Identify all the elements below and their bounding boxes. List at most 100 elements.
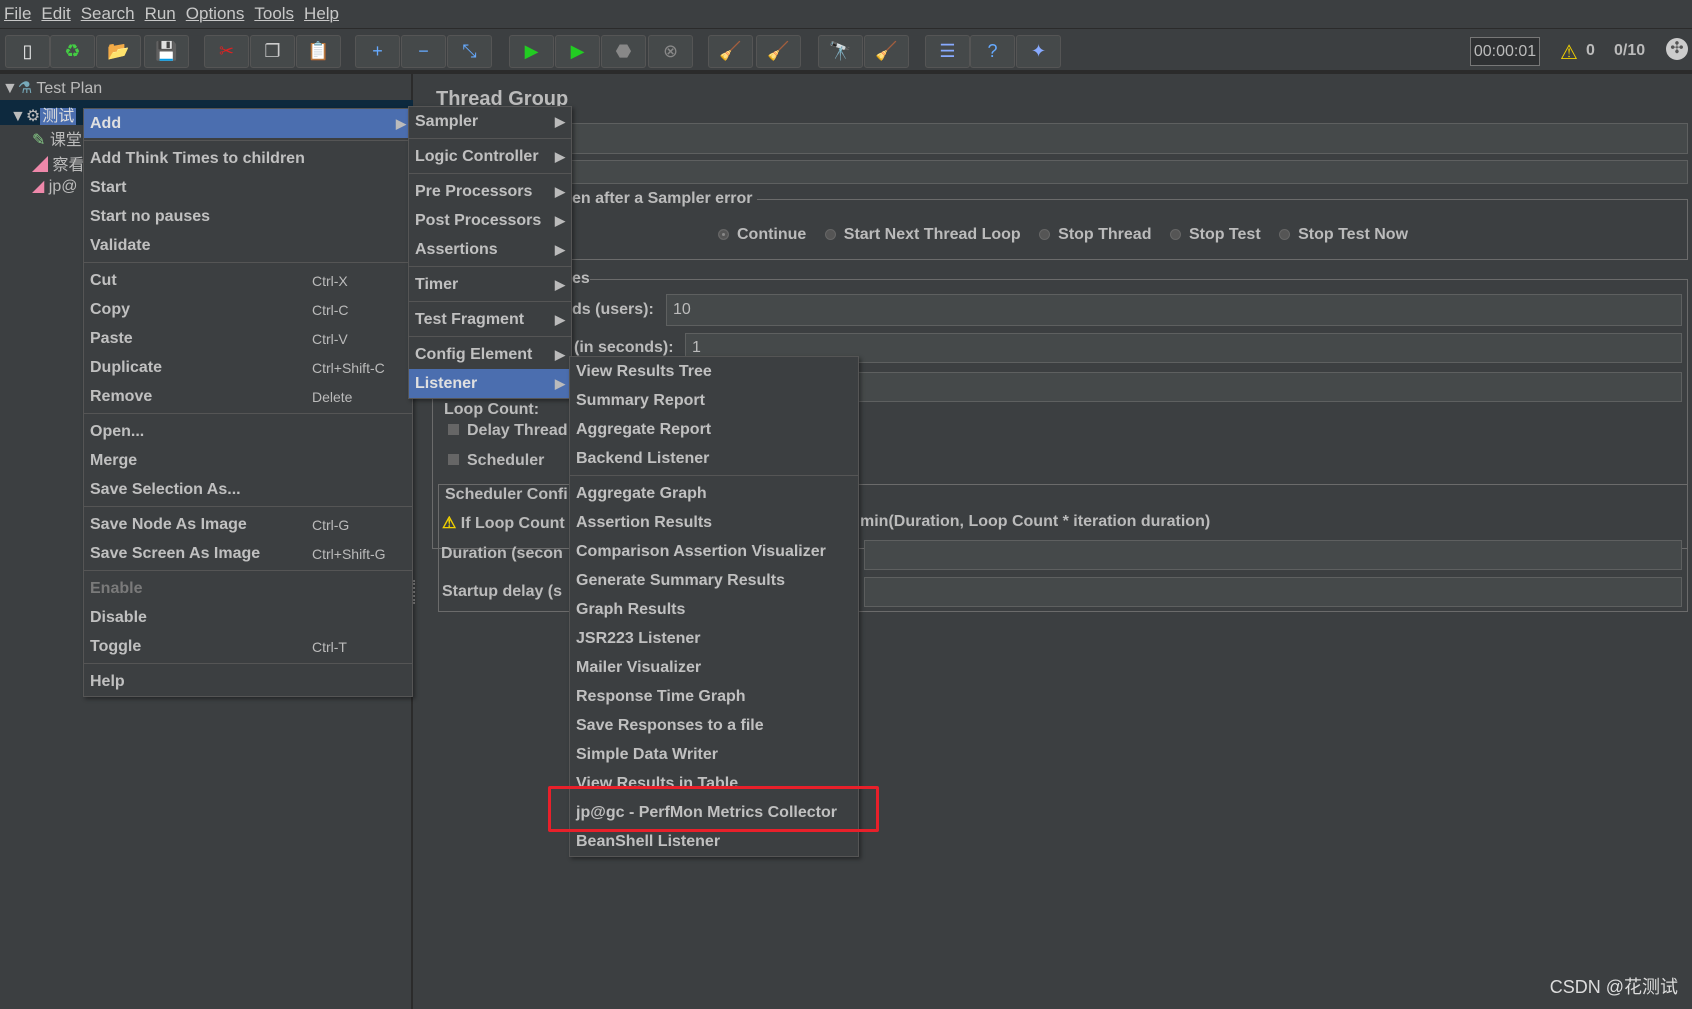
menu-item-start-no-pauses[interactable]: Start no pauses — [84, 202, 412, 231]
start-icon[interactable]: ▶ — [509, 35, 554, 68]
shutdown-icon[interactable]: ⊗ — [648, 35, 693, 68]
menu-help[interactable]: Help — [304, 4, 339, 24]
menu-item-validate[interactable]: Validate — [84, 231, 412, 260]
menu-item-toggle[interactable]: Toggle Ctrl-T — [84, 632, 412, 661]
search-icon[interactable]: 🔭 — [818, 35, 863, 68]
menu-item-post-processors[interactable]: Post Processors ▶ — [409, 206, 571, 235]
menu-item-start[interactable]: Start — [84, 173, 412, 202]
tree-node-child[interactable]: ◢ 察看 — [32, 151, 84, 175]
tree-node-child[interactable]: ◢ jp@ — [32, 176, 77, 196]
scheduler-checkbox[interactable]: Scheduler — [448, 452, 544, 470]
menu-item-save-node-as-image[interactable]: Save Node As Image Ctrl-G — [84, 510, 412, 539]
shortcut-label: Ctrl+Shift-G — [312, 545, 386, 562]
menu-item-response-time-graph[interactable]: Response Time Graph — [570, 682, 858, 711]
menu-item-simple-data-writer[interactable]: Simple Data Writer — [570, 740, 858, 769]
threads-input[interactable]: 10 — [666, 294, 1682, 326]
submenu-arrow-icon: ▶ — [555, 241, 565, 257]
menu-search[interactable]: Search — [81, 4, 135, 24]
menu-item-add[interactable]: Add ▶ — [84, 109, 412, 138]
expand-icon[interactable]: ▼ — [10, 108, 26, 125]
splitter-handle[interactable] — [413, 580, 419, 604]
menu-item-disable[interactable]: Disable — [84, 603, 412, 632]
reset-search-icon[interactable]: 🧹 — [864, 35, 909, 68]
menu-item-comparison-assertion-visualizer[interactable]: Comparison Assertion Visualizer — [570, 537, 858, 566]
clear-all-icon[interactable]: 🧹 — [756, 35, 801, 68]
menu-item-graph-results[interactable]: Graph Results — [570, 595, 858, 624]
radio-start-next-loop[interactable] — [824, 229, 836, 241]
menu-item-add-think-times-to-children[interactable]: Add Think Times to children — [84, 144, 412, 173]
duration-input[interactable] — [864, 540, 1682, 570]
tree-node-child[interactable]: ✎ 课堂 — [32, 126, 82, 150]
remote-status-icon[interactable]: ✣ — [1666, 38, 1688, 60]
menu-item-paste[interactable]: Paste Ctrl-V — [84, 324, 412, 353]
stop-icon[interactable]: ⬣ — [601, 35, 646, 68]
menu-item-pre-processors[interactable]: Pre Processors ▶ — [409, 177, 571, 206]
open-icon[interactable]: 📂 — [96, 35, 141, 68]
menu-item-jsr223-listener[interactable]: JSR223 Listener — [570, 624, 858, 653]
menu-item-view-results-tree[interactable]: View Results Tree — [570, 357, 858, 386]
expand-icon[interactable]: ▼ — [2, 80, 18, 97]
start-no-pauses-icon[interactable]: ▶ — [555, 35, 600, 68]
menu-run[interactable]: Run — [145, 4, 176, 24]
duration-label: Duration (secon — [441, 545, 563, 562]
comments-field[interactable] — [432, 160, 1688, 184]
radio-continue[interactable] — [718, 229, 729, 241]
name-field[interactable] — [432, 123, 1688, 154]
menu-tools[interactable]: Tools — [254, 4, 294, 24]
menu-item-cut[interactable]: Cut Ctrl-X — [84, 266, 412, 295]
menu-options[interactable]: Options — [186, 4, 245, 24]
toggle-icon[interactable]: ⤡ — [447, 35, 492, 68]
menu-item-label: Disable — [90, 608, 147, 626]
paste-icon[interactable]: 📋 — [296, 35, 341, 68]
radio-stop-thread[interactable] — [1039, 229, 1051, 241]
menu-item-label: Save Selection As... — [90, 480, 241, 498]
startup-delay-input[interactable] — [864, 577, 1682, 607]
radio-stop-test[interactable] — [1169, 229, 1181, 241]
loop-warning: ⚠ If Loop Count — [442, 515, 565, 532]
menu-item-remove[interactable]: Remove Delete — [84, 382, 412, 411]
menu-item-label: Config Element — [415, 345, 533, 363]
menu-item-duplicate[interactable]: Duplicate Ctrl+Shift-C — [84, 353, 412, 382]
menu-item-generate-summary-results[interactable]: Generate Summary Results — [570, 566, 858, 595]
menu-item-sampler[interactable]: Sampler ▶ — [409, 107, 571, 136]
menu-item-backend-listener[interactable]: Backend Listener — [570, 444, 858, 473]
warning-icon[interactable]: ⚠ — [1560, 40, 1578, 65]
radio-stop-test-now[interactable] — [1279, 229, 1291, 241]
menu-item-timer[interactable]: Timer ▶ — [409, 270, 571, 299]
menu-item-assertions[interactable]: Assertions ▶ — [409, 235, 571, 264]
menu-item-help[interactable]: Help — [84, 667, 412, 696]
menu-item-aggregate-report[interactable]: Aggregate Report — [570, 415, 858, 444]
menu-item-mailer-visualizer[interactable]: Mailer Visualizer — [570, 653, 858, 682]
tree-node-test-plan[interactable]: ▼⚗ Test Plan — [2, 78, 102, 98]
menu-item-open[interactable]: Open... — [84, 417, 412, 446]
menu-item-logic-controller[interactable]: Logic Controller ▶ — [409, 142, 571, 171]
menu-item-test-fragment[interactable]: Test Fragment ▶ — [409, 305, 571, 334]
menu-item-save-responses-to-a-file[interactable]: Save Responses to a file — [570, 711, 858, 740]
menu-item-aggregate-graph[interactable]: Aggregate Graph — [570, 479, 858, 508]
plugins-manager-icon[interactable]: ✦ — [1016, 35, 1061, 68]
tree-node-thread-group[interactable]: ▼⚙ 测试 — [10, 102, 77, 126]
menu-item-summary-report[interactable]: Summary Report — [570, 386, 858, 415]
thread-properties-label: es — [572, 270, 590, 288]
menu-item-save-selection-as[interactable]: Save Selection As... — [84, 475, 412, 504]
function-helper-icon[interactable]: ☰ — [925, 35, 970, 68]
menu-item-copy[interactable]: Copy Ctrl-C — [84, 295, 412, 324]
copy-icon[interactable]: ❐ — [250, 35, 295, 68]
cut-icon[interactable]: ✂ — [204, 35, 249, 68]
menu-item-config-element[interactable]: Config Element ▶ — [409, 340, 571, 369]
menu-item-save-screen-as-image[interactable]: Save Screen As Image Ctrl+Shift-G — [84, 539, 412, 568]
menu-item-merge[interactable]: Merge — [84, 446, 412, 475]
menu-edit[interactable]: Edit — [41, 4, 70, 24]
templates-icon[interactable]: ♻ — [50, 35, 95, 68]
menu-item-listener[interactable]: Listener ▶ — [409, 369, 571, 398]
collapse-icon[interactable]: − — [401, 35, 446, 68]
delay-thread-checkbox[interactable]: Delay Thread — [448, 422, 567, 440]
menu-item-label: Help — [90, 672, 125, 690]
menu-item-assertion-results[interactable]: Assertion Results — [570, 508, 858, 537]
new-icon[interactable]: ▯ — [5, 35, 50, 68]
expand-icon[interactable]: + — [355, 35, 400, 68]
help-icon[interactable]: ? — [970, 35, 1015, 68]
save-icon[interactable]: 💾 — [144, 35, 189, 68]
clear-icon[interactable]: 🧹 — [708, 35, 753, 68]
menu-file[interactable]: File — [4, 4, 31, 24]
